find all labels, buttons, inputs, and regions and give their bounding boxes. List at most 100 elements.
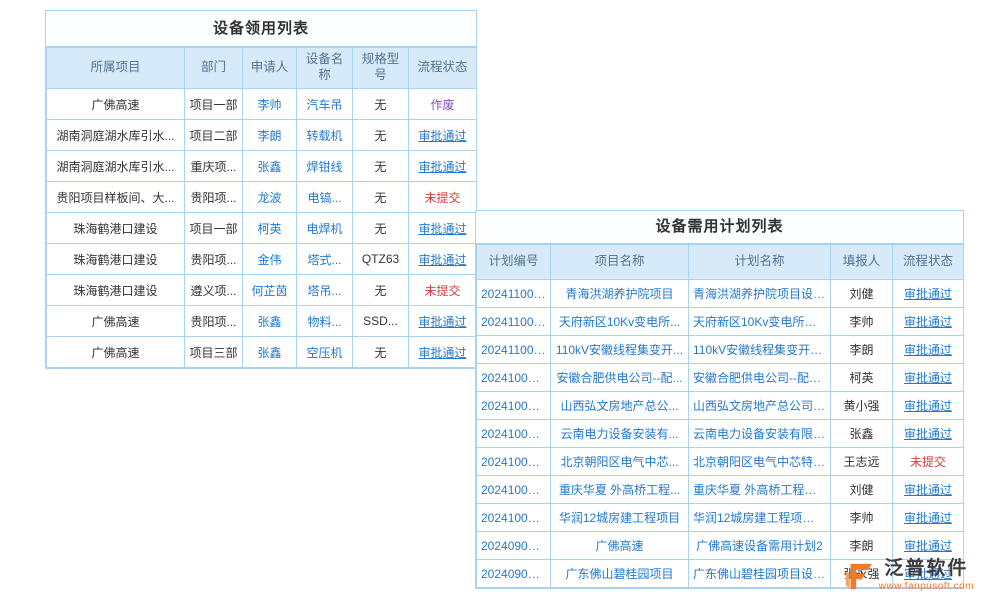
plan-number-cell[interactable]: 2024090003 — [477, 532, 551, 560]
project-cell: 贵阳项目样板间、大... — [47, 182, 185, 213]
plan-name-cell[interactable]: 110kV安徽线程集变开断... — [689, 336, 831, 364]
watermark-text: 泛普软件 www.fanpusoft.com — [879, 559, 974, 592]
plan-list-panel: 设备需用计划列表 计划编号项目名称计划名称填报人流程状态 2024110003青… — [475, 210, 964, 589]
plan-number-cell[interactable]: 2024110003 — [477, 280, 551, 308]
status-cell[interactable]: 审批通过 — [409, 213, 477, 244]
project-cell: 珠海鹤港口建设 — [47, 213, 185, 244]
equipment-name-cell[interactable]: 塔式... — [297, 244, 353, 275]
project-name-cell[interactable]: 广佛高速 — [551, 532, 689, 560]
requisition-table-row: 珠海鹤港口建设遵义项...何芷茵塔吊...无未提交 — [47, 275, 477, 306]
plan-table-row: 2024110001110kV安徽线程集变开...110kV安徽线程集变开断..… — [477, 336, 964, 364]
equipment-name-cell[interactable]: 塔吊... — [297, 275, 353, 306]
model-spec-cell: 无 — [353, 337, 409, 368]
project-name-cell[interactable]: 重庆华夏 外高桥工程... — [551, 476, 689, 504]
equipment-name-cell[interactable]: 电镐... — [297, 182, 353, 213]
requisition-header-row: 所属项目部门申请人设备名称规格型号流程状态 — [47, 48, 477, 89]
equipment-name-cell[interactable]: 空压机 — [297, 337, 353, 368]
equipment-name-cell[interactable]: 焊钳线 — [297, 151, 353, 182]
status-cell[interactable]: 审批通过 — [893, 532, 964, 560]
plan-name-cell[interactable]: 重庆华夏 外高桥工程设备... — [689, 476, 831, 504]
fanpu-logo-icon — [844, 561, 874, 591]
plan-number-cell[interactable]: 2024100003 — [477, 448, 551, 476]
project-name-cell[interactable]: 天府新区10Kv变电所... — [551, 308, 689, 336]
status-cell[interactable]: 审批通过 — [893, 280, 964, 308]
applicant-cell[interactable]: 柯英 — [243, 213, 297, 244]
requisition-table-row: 珠海鹤港口建设贵阳项...金伟塔式...QTZ63审批通过 — [47, 244, 477, 275]
plan-name-cell[interactable]: 青海洪湖养护院项目设备... — [689, 280, 831, 308]
project-name-cell[interactable]: 广东佛山碧桂园项目 — [551, 560, 689, 588]
plan-list-title: 设备需用计划列表 — [476, 211, 963, 244]
plan-name-cell[interactable]: 天府新区10Kv变电所安装... — [689, 308, 831, 336]
project-cell: 广佛高速 — [47, 337, 185, 368]
project-name-cell[interactable]: 云南电力设备安装有... — [551, 420, 689, 448]
status-cell[interactable]: 审批通过 — [409, 120, 477, 151]
requisition-table-row: 广佛高速项目一部李帅汽车吊无作废 — [47, 89, 477, 120]
plan-name-cell[interactable]: 广佛高速设备需用计划2 — [689, 532, 831, 560]
applicant-cell[interactable]: 张鑫 — [243, 337, 297, 368]
model-spec-cell: QTZ63 — [353, 244, 409, 275]
project-name-cell[interactable]: 华润12城房建工程项目 — [551, 504, 689, 532]
department-cell: 项目一部 — [185, 213, 243, 244]
plan-number-cell[interactable]: 2024100001 — [477, 504, 551, 532]
status-cell[interactable]: 审批通过 — [409, 151, 477, 182]
department-cell: 贵阳项... — [185, 182, 243, 213]
plan-col-header-0: 计划编号 — [477, 245, 551, 280]
project-cell: 广佛高速 — [47, 306, 185, 337]
equipment-name-cell[interactable]: 汽车吊 — [297, 89, 353, 120]
plan-name-cell[interactable]: 安徽合肥供电公司--配电... — [689, 364, 831, 392]
requisition-col-header-2: 申请人 — [243, 48, 297, 89]
status-cell[interactable]: 审批通过 — [893, 476, 964, 504]
plan-number-cell[interactable]: 2024100002 — [477, 476, 551, 504]
model-spec-cell: 无 — [353, 213, 409, 244]
department-cell: 重庆项... — [185, 151, 243, 182]
applicant-cell[interactable]: 金伟 — [243, 244, 297, 275]
plan-name-cell[interactable]: 北京朝阳区电气中芯特气... — [689, 448, 831, 476]
plan-name-cell[interactable]: 华润12城房建工程项目设... — [689, 504, 831, 532]
plan-number-cell[interactable]: 2024100004 — [477, 420, 551, 448]
equipment-name-cell[interactable]: 物料... — [297, 306, 353, 337]
status-cell[interactable]: 审批通过 — [893, 336, 964, 364]
applicant-cell[interactable]: 张鑫 — [243, 306, 297, 337]
plan-table: 计划编号项目名称计划名称填报人流程状态 2024110003青海洪湖养护院项目青… — [476, 244, 964, 588]
equipment-name-cell[interactable]: 电焊机 — [297, 213, 353, 244]
status-cell[interactable]: 审批通过 — [893, 420, 964, 448]
project-name-cell[interactable]: 青海洪湖养护院项目 — [551, 280, 689, 308]
project-name-cell[interactable]: 山西弘文房地产总公... — [551, 392, 689, 420]
requisition-table-row: 贵阳项目样板间、大...贵阳项...龙波电镐...无未提交 — [47, 182, 477, 213]
plan-name-cell[interactable]: 山西弘文房地产总公司电... — [689, 392, 831, 420]
plan-number-cell[interactable]: 2024090002 — [477, 560, 551, 588]
plan-number-cell[interactable]: 2024110001 — [477, 336, 551, 364]
requisition-table-row: 湖南洞庭湖水库引水...项目二部李朗转载机无审批通过 — [47, 120, 477, 151]
plan-number-cell[interactable]: 2024100005 — [477, 392, 551, 420]
plan-col-header-3: 填报人 — [831, 245, 893, 280]
plan-name-cell[interactable]: 广东佛山碧桂园项目设备... — [689, 560, 831, 588]
status-cell[interactable]: 审批通过 — [409, 306, 477, 337]
plan-number-cell[interactable]: 2024110002 — [477, 308, 551, 336]
requisition-col-header-5: 流程状态 — [409, 48, 477, 89]
applicant-cell[interactable]: 张鑫 — [243, 151, 297, 182]
status-cell[interactable]: 作废 — [409, 89, 477, 120]
project-cell: 珠海鹤港口建设 — [47, 244, 185, 275]
project-name-cell[interactable]: 北京朝阳区电气中芯... — [551, 448, 689, 476]
applicant-cell[interactable]: 何芷茵 — [243, 275, 297, 306]
requisition-list-panel: 设备领用列表 所属项目部门申请人设备名称规格型号流程状态 广佛高速项目一部李帅汽… — [45, 10, 477, 369]
applicant-cell[interactable]: 李帅 — [243, 89, 297, 120]
status-cell[interactable]: 审批通过 — [893, 308, 964, 336]
status-cell[interactable]: 未提交 — [893, 448, 964, 476]
model-spec-cell: 无 — [353, 120, 409, 151]
project-name-cell[interactable]: 110kV安徽线程集变开... — [551, 336, 689, 364]
status-cell[interactable]: 审批通过 — [409, 244, 477, 275]
plan-name-cell[interactable]: 云南电力设备安装有限公... — [689, 420, 831, 448]
status-cell[interactable]: 未提交 — [409, 275, 477, 306]
plan-number-cell[interactable]: 2024100006 — [477, 364, 551, 392]
reporter-cell: 李帅 — [831, 504, 893, 532]
applicant-cell[interactable]: 李朗 — [243, 120, 297, 151]
status-cell[interactable]: 审批通过 — [893, 504, 964, 532]
status-cell[interactable]: 未提交 — [409, 182, 477, 213]
applicant-cell[interactable]: 龙波 — [243, 182, 297, 213]
status-cell[interactable]: 审批通过 — [893, 364, 964, 392]
status-cell[interactable]: 审批通过 — [409, 337, 477, 368]
equipment-name-cell[interactable]: 转载机 — [297, 120, 353, 151]
status-cell[interactable]: 审批通过 — [893, 392, 964, 420]
project-name-cell[interactable]: 安徽合肥供电公司--配... — [551, 364, 689, 392]
